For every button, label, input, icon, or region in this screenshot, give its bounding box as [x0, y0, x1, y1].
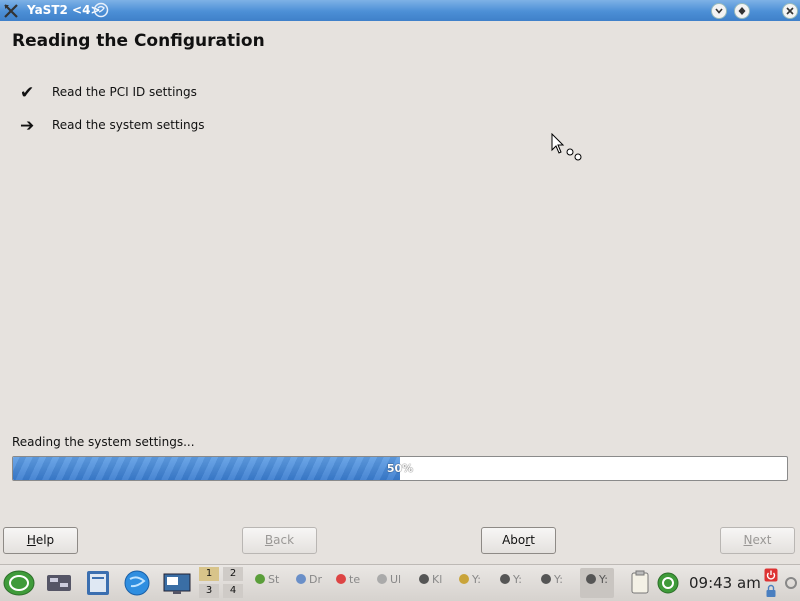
kickoff-menu-icon[interactable] [2, 569, 36, 597]
web-browser-icon[interactable] [122, 569, 152, 597]
back-label-post: ack [273, 533, 295, 547]
task-label: Y: [599, 573, 608, 586]
progress-caption: Reading the system settings... [12, 435, 195, 449]
desktop-pager[interactable]: 1 2 3 4 [199, 567, 245, 599]
clock[interactable]: 09:43 am [689, 574, 761, 592]
task-item[interactable]: Y: [459, 573, 481, 586]
progress-percent: 50% [386, 462, 414, 475]
desktop-4[interactable]: 4 [223, 584, 243, 598]
pin-icon[interactable] [93, 2, 109, 18]
page-title: Reading the Configuration [12, 31, 265, 51]
desktop-3[interactable]: 3 [199, 584, 219, 598]
close-icon [786, 7, 794, 15]
back-button[interactable]: Back [242, 527, 317, 554]
task-label: St [268, 573, 280, 586]
help-label-accel: H [26, 533, 36, 547]
lock-icon[interactable] [764, 584, 778, 598]
task-label: Y: [472, 573, 481, 586]
back-label-accel: B [264, 533, 274, 547]
window-title: YaST2 <4> [27, 3, 101, 17]
task-label: te [349, 573, 361, 586]
task-item[interactable]: Ul [377, 573, 401, 586]
busy-cursor-icon [551, 133, 582, 161]
taskbar: 1 2 3 4 St Dr te Ul Kl Y: Y: Y: Y: 09:43… [0, 564, 800, 601]
update-applet-icon[interactable] [655, 569, 681, 597]
system-settings-icon[interactable] [44, 569, 74, 597]
arrow-right-icon: ➔ [20, 116, 35, 136]
task-icon [586, 574, 597, 584]
help-button[interactable]: Help [3, 527, 78, 554]
step-label: Read the PCI ID settings [52, 85, 197, 99]
task-icon [336, 574, 346, 584]
abort-button[interactable]: Abort [481, 527, 556, 554]
check-icon: ✔ [20, 83, 35, 103]
next-button[interactable]: Next [720, 527, 795, 554]
chevron-down-icon [715, 8, 723, 14]
task-icon [377, 574, 387, 584]
desktop-2[interactable]: 2 [223, 567, 243, 581]
task-icon [541, 574, 551, 584]
task-item[interactable]: Dr [296, 573, 322, 586]
progress-bar: 50% [12, 456, 788, 481]
file-manager-icon[interactable] [83, 569, 113, 597]
task-label: Y: [513, 573, 522, 586]
help-label-post: elp [35, 533, 55, 547]
power-icon[interactable] [764, 568, 778, 582]
task-label: Kl [432, 573, 443, 586]
maximize-button[interactable] [734, 3, 750, 19]
panel-toolbox-icon[interactable] [784, 571, 798, 595]
task-label: Dr [309, 573, 322, 586]
task-icon [255, 574, 265, 584]
task-item[interactable]: Kl [419, 573, 442, 586]
clipboard-icon[interactable] [628, 569, 654, 597]
next-label-post: ext [752, 533, 772, 547]
yast-app-icon[interactable] [3, 3, 19, 19]
abort-label-post: t [530, 533, 535, 547]
step-label: Read the system settings [52, 118, 205, 132]
window-titlebar[interactable]: YaST2 <4> [0, 0, 800, 21]
minimize-button[interactable] [711, 3, 727, 19]
diamond-icon [738, 7, 746, 15]
task-icon [500, 574, 510, 584]
show-desktop-icon[interactable] [162, 569, 192, 597]
close-button[interactable] [782, 3, 798, 19]
task-icon [296, 574, 306, 584]
task-label: Y: [554, 573, 563, 586]
task-label: Ul [390, 573, 402, 586]
task-icon [419, 574, 429, 584]
task-item[interactable]: te [336, 573, 360, 586]
task-item-active[interactable]: Y: [580, 568, 614, 598]
task-item[interactable]: Y: [500, 573, 522, 586]
next-label-accel: N [743, 533, 753, 547]
task-icon [459, 574, 469, 584]
task-item[interactable]: Y: [541, 573, 563, 586]
abort-label-pre: Abo [502, 533, 526, 547]
desktop-1[interactable]: 1 [199, 567, 219, 581]
task-item[interactable]: St [255, 573, 279, 586]
